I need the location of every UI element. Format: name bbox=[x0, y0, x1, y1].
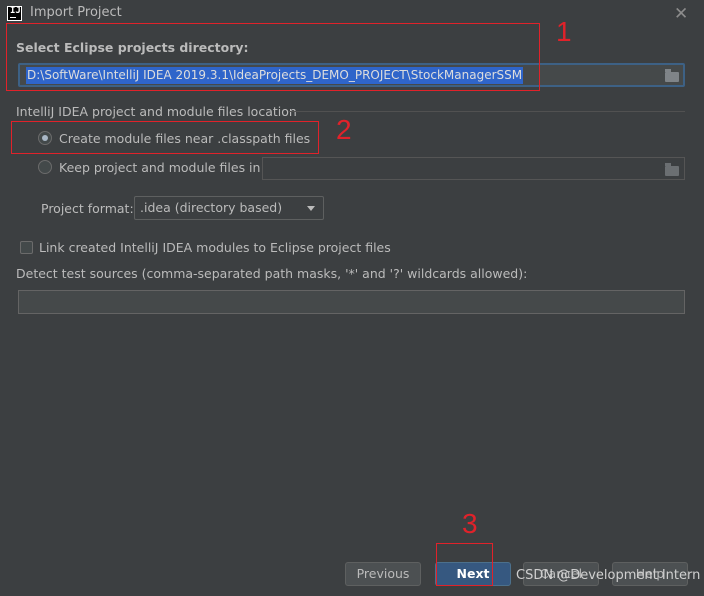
link-modules-checkbox[interactable] bbox=[20, 241, 33, 254]
test-sources-input[interactable] bbox=[18, 290, 685, 314]
browse-folder-icon[interactable] bbox=[665, 69, 679, 82]
watermark: CSDN @Development Intern bbox=[516, 568, 701, 583]
section-separator bbox=[288, 111, 685, 112]
previous-button[interactable]: Previous bbox=[345, 562, 421, 586]
annotation-box-1 bbox=[6, 23, 540, 91]
annotation-number-3: 3 bbox=[462, 508, 478, 539]
test-sources-label: Detect test sources (comma-separated pat… bbox=[16, 266, 528, 281]
project-format-label: Project format: bbox=[41, 201, 134, 216]
chevron-down-icon bbox=[307, 206, 315, 211]
project-format-select[interactable]: .idea (directory based) bbox=[134, 196, 324, 220]
close-icon[interactable]: ✕ bbox=[674, 4, 688, 24]
browse-keep-folder-icon[interactable] bbox=[665, 163, 679, 176]
intellij-app-icon: IJ bbox=[7, 6, 22, 21]
link-modules-label: Link created IntelliJ IDEA modules to Ec… bbox=[39, 240, 391, 255]
project-format-value: .idea (directory based) bbox=[140, 200, 283, 215]
annotation-number-1: 1 bbox=[556, 16, 572, 47]
keep-files-path-field[interactable] bbox=[262, 157, 685, 180]
window-title: Import Project bbox=[30, 5, 122, 20]
location-section-title: IntelliJ IDEA project and module files l… bbox=[16, 104, 297, 119]
annotation-box-2 bbox=[11, 121, 319, 154]
radio-keep-files-in[interactable] bbox=[38, 160, 52, 174]
annotation-box-3 bbox=[436, 543, 493, 586]
annotation-number-2: 2 bbox=[336, 114, 352, 145]
radio-keep-files-label: Keep project and module files in bbox=[59, 160, 261, 175]
